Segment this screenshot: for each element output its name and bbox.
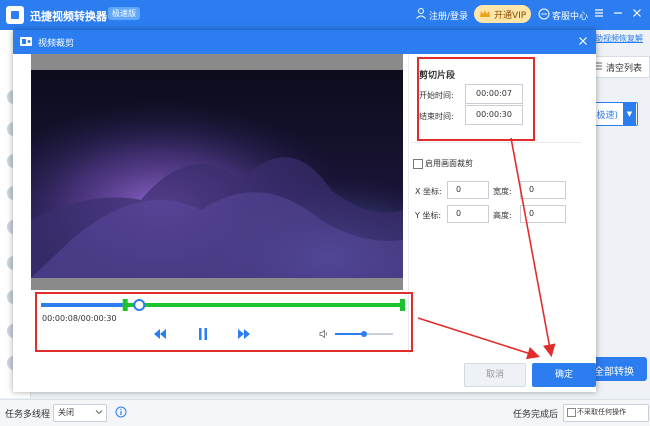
format-label: (极速) xyxy=(593,111,619,121)
y-coordinate-input[interactable]: 0 xyxy=(447,205,489,223)
edition-badge: 极速版 xyxy=(108,7,140,20)
x-coordinate-input[interactable]: 0 xyxy=(447,181,489,199)
service-link[interactable]: 客服中心 xyxy=(552,9,588,22)
minimize-icon[interactable] xyxy=(611,6,625,20)
volume-icon[interactable] xyxy=(319,329,329,339)
timeline[interactable] xyxy=(41,298,405,312)
vip-label: 开通VIP xyxy=(494,11,527,21)
video-crop-dialog: 视频裁剪 剪切片段 开始时间: 00:00:07 结束时间: 00:00:30 … xyxy=(13,30,596,392)
forward-button[interactable] xyxy=(237,328,251,340)
headset-icon xyxy=(538,8,550,20)
chevron-down-icon xyxy=(95,410,103,415)
menu-icon[interactable] xyxy=(592,6,606,20)
app-logo-icon xyxy=(6,6,24,24)
end-time-label: 结束时间: xyxy=(419,112,454,121)
x-coordinate-label: X 坐标: xyxy=(415,187,442,196)
login-link[interactable]: 注册/登录 xyxy=(429,9,468,22)
vip-button[interactable]: 开通VIP xyxy=(474,5,531,23)
clear-list-button[interactable]: 清空列表 xyxy=(588,56,650,78)
close-icon[interactable] xyxy=(630,6,644,20)
convert-all-label: 全部转换 xyxy=(594,367,634,378)
clip-range xyxy=(124,303,405,307)
film-icon xyxy=(20,37,32,46)
height-value: 0 xyxy=(529,209,535,218)
multithread-select[interactable]: 关闭 xyxy=(53,404,107,422)
y-coordinate-label: Y 坐标: xyxy=(415,211,442,220)
pause-button[interactable] xyxy=(197,327,209,341)
height-label: 高度: xyxy=(493,211,512,220)
info-icon[interactable] xyxy=(115,406,127,418)
after-complete-select[interactable]: 不采取任何操作 xyxy=(563,404,649,422)
after-complete-checkbox xyxy=(567,408,576,417)
rewind-button[interactable] xyxy=(153,328,167,340)
width-label: 宽度: xyxy=(493,187,512,196)
title-bar: 迅捷视频转换器 极速版 注册/登录 开通VIP 客服中心 xyxy=(0,0,650,30)
confirm-button[interactable]: 确定 xyxy=(532,363,596,387)
volume-slider[interactable] xyxy=(335,330,393,338)
width-input[interactable]: 0 xyxy=(520,181,566,199)
start-time-input[interactable]: 00:00:07 xyxy=(465,84,523,104)
crown-icon xyxy=(480,10,490,17)
height-input[interactable]: 0 xyxy=(520,205,566,223)
playhead-handle[interactable] xyxy=(133,299,146,311)
end-time-input[interactable]: 00:00:30 xyxy=(465,105,523,125)
dialog-header: 视频裁剪 xyxy=(13,30,596,54)
time-readout: 00:00:08/00:00:30 xyxy=(42,314,117,323)
status-bar: 任务多线程 关闭 任务完成后 不采取任何操作 xyxy=(0,399,650,426)
width-value: 0 xyxy=(529,185,535,194)
x-coordinate-value: 0 xyxy=(456,185,462,194)
cancel-button[interactable]: 取消 xyxy=(464,363,526,387)
chevron-down-icon[interactable]: ▼ xyxy=(623,102,636,126)
user-icon xyxy=(416,8,426,19)
enable-crop-label: 启用画面裁剪 xyxy=(425,159,473,168)
dialog-title: 视频裁剪 xyxy=(38,39,75,49)
clip-end-handle[interactable] xyxy=(400,299,405,311)
clear-list-label: 清空列表 xyxy=(606,64,643,74)
recover-link[interactable]: 助视频恢复解 xyxy=(595,33,643,44)
clip-section-title: 剪切片段 xyxy=(419,71,456,81)
close-icon[interactable] xyxy=(577,35,589,47)
clip-start-handle[interactable] xyxy=(122,299,128,311)
section-divider xyxy=(411,142,581,143)
start-time-label: 开始时间: xyxy=(419,91,454,100)
app-title: 迅捷视频转换器 xyxy=(30,10,107,23)
multithread-value: 关闭 xyxy=(58,408,74,417)
after-complete-label: 任务完成后 xyxy=(513,410,559,420)
multithread-label: 任务多线程 xyxy=(5,410,51,420)
video-preview xyxy=(31,70,403,278)
enable-crop-checkbox[interactable] xyxy=(413,159,423,169)
y-coordinate-value: 0 xyxy=(456,209,462,218)
convert-all-button[interactable]: 全部转换 xyxy=(587,357,647,381)
after-complete-value: 不采取任何操作 xyxy=(577,408,626,416)
